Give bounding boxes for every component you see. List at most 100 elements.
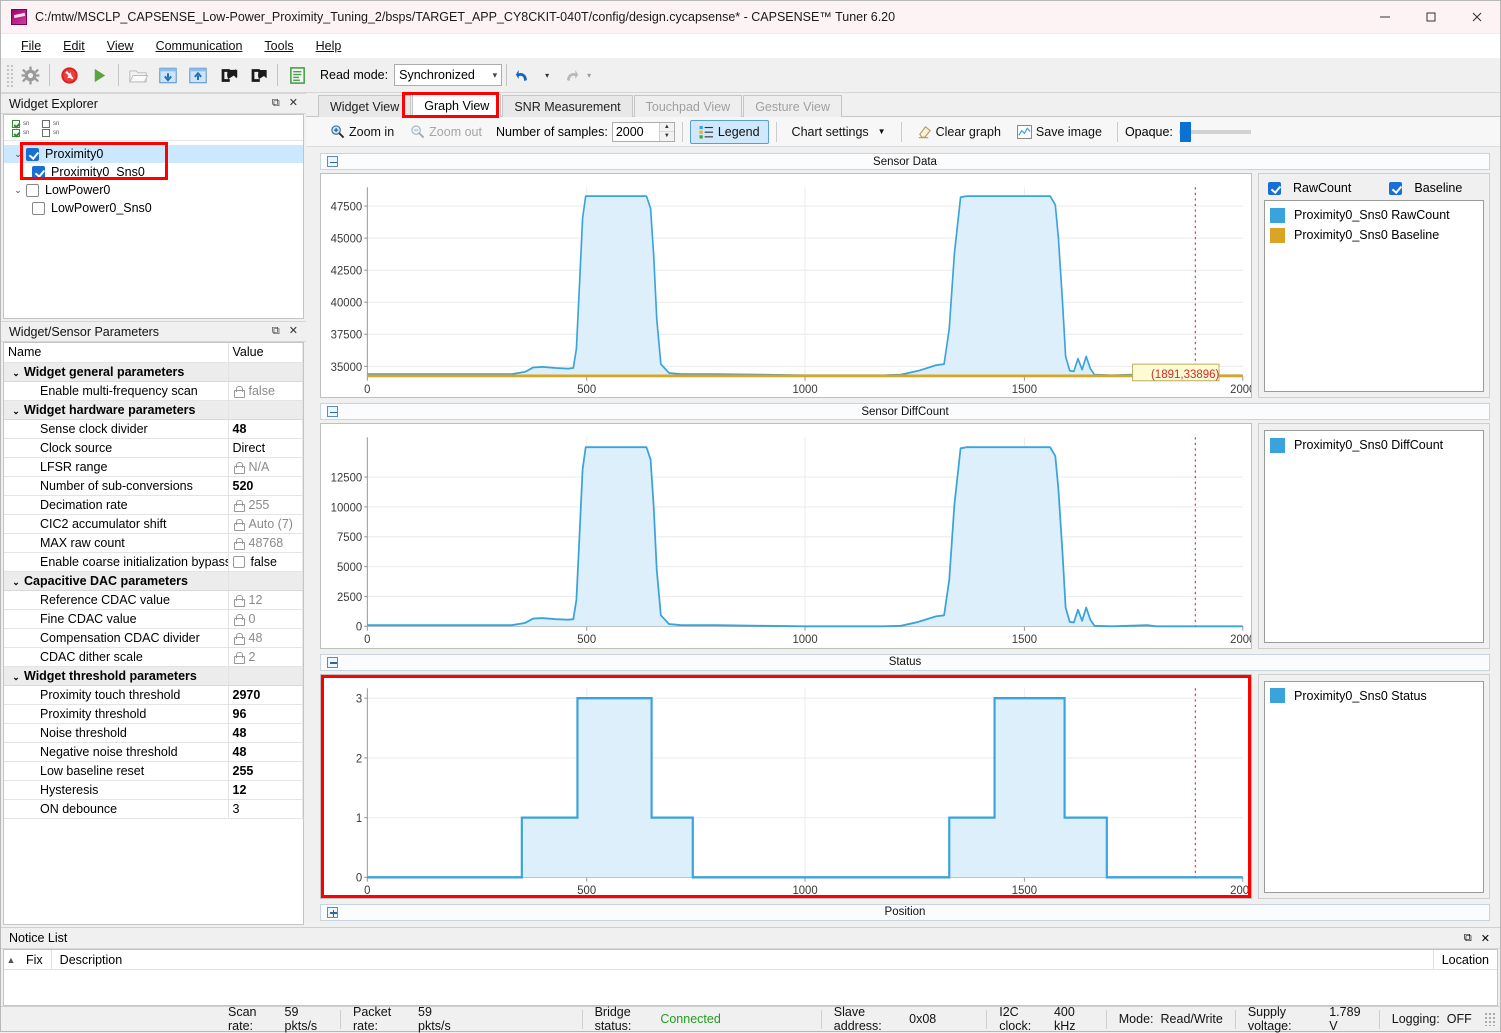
- position-header[interactable]: Position: [320, 903, 1490, 921]
- notice-col-description[interactable]: Description: [52, 950, 131, 970]
- apply-to-device-icon[interactable]: [153, 60, 183, 90]
- param-row-fine-cdac-value[interactable]: Fine CDAC value 0: [4, 609, 303, 629]
- param-checkbox[interactable]: [232, 555, 245, 568]
- notice-col-location[interactable]: Location: [1432, 949, 1497, 970]
- legend-item[interactable]: Proximity0_Sns0 RawCount: [1270, 205, 1478, 225]
- menu-file[interactable]: File: [11, 36, 51, 56]
- close-icon[interactable]: ✕: [289, 326, 298, 337]
- maximize-button[interactable]: [1408, 1, 1454, 34]
- legend-item[interactable]: Proximity0_Sns0 Baseline: [1270, 225, 1478, 245]
- tab-snr-measurement[interactable]: SNR Measurement: [502, 95, 633, 117]
- param-value[interactable]: 3: [228, 799, 303, 819]
- undo-icon[interactable]: [511, 60, 541, 90]
- param-row-negative-noise-threshold[interactable]: Negative noise threshold 48: [4, 742, 303, 762]
- param-row-sense-clock-divider[interactable]: Sense clock divider 48: [4, 419, 303, 439]
- redo-icon[interactable]: [553, 60, 583, 90]
- sensor-diffcount-plot[interactable]: 12500 10000 7500 5000 2500 0 0 500 1000 …: [320, 423, 1252, 649]
- param-row-low-baseline-reset[interactable]: Low baseline reset 255: [4, 761, 303, 781]
- tree-checkbox-lowpower0-sns0[interactable]: [32, 201, 45, 215]
- opacity-slider[interactable]: [1178, 121, 1251, 142]
- param-row-clock-source[interactable]: Clock source Direct: [4, 438, 303, 458]
- import-icon[interactable]: [213, 60, 243, 90]
- tree-item-lowpower0[interactable]: ⌄ LowPower0: [4, 181, 303, 199]
- close-icon[interactable]: ✕: [1481, 932, 1490, 945]
- param-row-compensation-cdac-divider[interactable]: Compensation CDAC divider 48: [4, 628, 303, 648]
- group-expander-icon[interactable]: ⌄: [8, 368, 24, 379]
- notice-col-fix[interactable]: Fix: [18, 949, 52, 970]
- read-mode-select[interactable]: Synchronized ▾: [394, 64, 503, 86]
- param-row-proximity-threshold[interactable]: Proximity threshold 96: [4, 704, 303, 724]
- param-row-cdac-dither-scale[interactable]: CDAC dither scale 2: [4, 647, 303, 667]
- baseline-checkbox[interactable]: [1389, 181, 1403, 195]
- param-group-widget-general[interactable]: ⌄ Widget general parameters: [4, 362, 303, 382]
- undo-dropdown-arrow[interactable]: ▾: [541, 60, 553, 90]
- param-value[interactable]: 48: [228, 723, 303, 743]
- status-plot[interactable]: 3 2 1 0 0 500 1000 1500 2000: [320, 673, 1252, 899]
- stepper-down-icon[interactable]: ▼: [659, 132, 674, 141]
- menu-edit[interactable]: Edit: [53, 36, 95, 56]
- close-icon[interactable]: ✕: [289, 98, 298, 109]
- close-button[interactable]: [1454, 1, 1500, 34]
- param-row-enable-multi-frequency-scan[interactable]: Enable multi-frequency scan false: [4, 381, 303, 401]
- param-row-max-raw-count[interactable]: MAX raw count 48768: [4, 533, 303, 553]
- tree-checkbox-proximity0[interactable]: [26, 147, 39, 161]
- undock-icon[interactable]: ⧉: [272, 326, 280, 337]
- menu-communication[interactable]: Communication: [146, 36, 253, 56]
- group-expander-icon[interactable]: ⌄: [8, 406, 24, 417]
- stepper-up-icon[interactable]: ▲: [659, 122, 674, 132]
- minimize-button[interactable]: [1362, 1, 1408, 34]
- param-value[interactable]: 255: [228, 761, 303, 781]
- stop-icon[interactable]: [54, 60, 84, 90]
- tree-checkbox-proximity0-sns0[interactable]: [32, 165, 45, 179]
- param-value[interactable]: 48: [228, 419, 303, 439]
- param-row-decimation-rate[interactable]: Decimation rate 255: [4, 495, 303, 515]
- number-of-samples-stepper[interactable]: ▲ ▼: [611, 121, 675, 142]
- param-value[interactable]: 12: [228, 780, 303, 800]
- param-value[interactable]: 96: [228, 704, 303, 724]
- param-row-cic2-accumulator-shift[interactable]: CIC2 accumulator shift Auto (7): [4, 514, 303, 534]
- log-icon[interactable]: [282, 60, 312, 90]
- check-all-icon[interactable]: sn sn: [12, 119, 30, 137]
- number-of-samples-input[interactable]: [612, 122, 659, 141]
- toolbar-grip[interactable]: [5, 63, 13, 87]
- menu-tools[interactable]: Tools: [254, 36, 303, 56]
- param-value[interactable]: 2970: [228, 685, 303, 705]
- undock-icon[interactable]: ⧉: [272, 98, 280, 109]
- tree-item-proximity0-sns0[interactable]: Proximity0_Sns0: [4, 163, 303, 181]
- opacity-slider-thumb[interactable]: [1179, 121, 1191, 142]
- start-icon[interactable]: [84, 60, 114, 90]
- save-image-button[interactable]: Save image: [1009, 120, 1110, 144]
- param-group-widget-threshold[interactable]: ⌄ Widget threshold parameters: [4, 666, 303, 686]
- group-expander-icon[interactable]: ⌄: [8, 672, 24, 683]
- param-row-hysteresis[interactable]: Hysteresis 12: [4, 780, 303, 800]
- resize-grip-icon[interactable]: [1483, 1012, 1496, 1026]
- clear-graph-button[interactable]: Clear graph: [909, 120, 1009, 144]
- param-value[interactable]: Direct: [228, 438, 303, 458]
- settings-gear-icon[interactable]: [15, 60, 45, 90]
- expander-icon[interactable]: ⌄: [10, 149, 26, 160]
- param-row-reference-cdac-value[interactable]: Reference CDAC value 12: [4, 590, 303, 610]
- param-row-number-of-sub-conversions[interactable]: Number of sub-conversions 520: [4, 476, 303, 496]
- tree-item-proximity0[interactable]: ⌄ Proximity0: [4, 145, 303, 163]
- param-row-on-debounce[interactable]: ON debounce 3: [4, 799, 303, 819]
- rawcount-checkbox[interactable]: [1268, 181, 1281, 195]
- baseline-checkbox-group[interactable]: Baseline: [1389, 181, 1462, 195]
- apply-to-project-icon[interactable]: [183, 60, 213, 90]
- menu-help[interactable]: Help: [306, 36, 352, 56]
- legend-item[interactable]: Proximity0_Sns0 Status: [1270, 686, 1478, 706]
- param-group-widget-hardware[interactable]: ⌄ Widget hardware parameters: [4, 400, 303, 420]
- param-value[interactable]: 48: [228, 742, 303, 762]
- tab-graph-view[interactable]: Graph View: [412, 94, 502, 117]
- rawcount-checkbox-group[interactable]: RawCount: [1268, 181, 1351, 195]
- legend-toggle-button[interactable]: Legend: [689, 119, 769, 144]
- param-row-enable-coarse-initialization-bypass[interactable]: Enable coarse initialization bypass fals…: [4, 552, 303, 572]
- chart-settings-button[interactable]: Chart settings ▼: [784, 120, 894, 144]
- zoom-in-button[interactable]: Zoom in: [322, 120, 402, 144]
- sensor-data-plot[interactable]: 47500 45000 42500 40000 37500 35000 0 50…: [320, 173, 1252, 399]
- legend-item[interactable]: Proximity0_Sns0 DiffCount: [1270, 435, 1478, 455]
- tree-item-lowpower0-sns0[interactable]: LowPower0_Sns0: [4, 199, 303, 217]
- param-group-capacitive-dac[interactable]: ⌄ Capacitive DAC parameters: [4, 571, 303, 591]
- group-expander-icon[interactable]: ⌄: [8, 577, 24, 588]
- tab-widget-view[interactable]: Widget View: [318, 95, 412, 117]
- open-file-icon[interactable]: [123, 60, 153, 90]
